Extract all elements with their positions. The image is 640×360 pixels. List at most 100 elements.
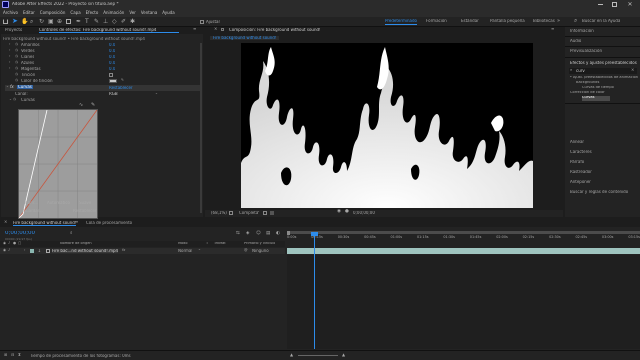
param-row[interactable]: › ◷ Verdes 0.0 xyxy=(5,48,201,54)
param-value[interactable]: 0.0 xyxy=(109,43,115,47)
close-tab-icon[interactable]: × xyxy=(214,27,217,31)
shy-icon[interactable]: ☺ xyxy=(256,231,261,237)
rectangle-tool-icon[interactable] xyxy=(66,19,71,24)
menu-capa[interactable]: Capa xyxy=(70,11,80,15)
pan-behind-tool-icon[interactable]: ⊕ xyxy=(57,19,62,25)
tree-item-curvas[interactable]: Curvas xyxy=(582,96,610,101)
comp-viewer[interactable] xyxy=(241,43,533,208)
in-out-icon[interactable]: ⧗ xyxy=(18,353,21,357)
resolution-dropdown[interactable]: Completa xyxy=(239,211,258,215)
menu-editar[interactable]: Editar xyxy=(23,11,35,15)
param-value[interactable]: 0.0 xyxy=(109,49,115,53)
layer-expand-icon[interactable]: › xyxy=(24,248,25,253)
chevron-down-icon[interactable]: ⌄ xyxy=(257,209,260,214)
disclosure-arrow-icon[interactable]: › xyxy=(9,66,10,71)
pencil-tool-icon[interactable]: ✎ xyxy=(91,103,95,108)
tree-item-curvas-tiempo[interactable]: Curvas de tiempo xyxy=(570,86,638,90)
layer-mode-dropdown[interactable]: Normal xyxy=(178,249,192,253)
maximize-icon[interactable] xyxy=(612,2,617,7)
close-tab-icon[interactable]: × xyxy=(4,220,7,224)
transfer-controls-icon[interactable]: ⊟ xyxy=(11,353,14,357)
preview-panel-label[interactable]: Previsualización xyxy=(570,49,602,53)
text-tool-icon[interactable]: T xyxy=(85,19,89,25)
lock-icon[interactable] xyxy=(221,28,224,31)
workspace-menu-icon[interactable]: » xyxy=(557,19,560,24)
eyedropper-icon[interactable]: ✎ xyxy=(121,78,124,83)
workspace-formacion[interactable]: Formación xyxy=(426,19,447,23)
minimize-icon[interactable] xyxy=(598,4,603,5)
home-icon[interactable] xyxy=(3,19,8,24)
playhead-handle[interactable] xyxy=(311,232,318,236)
parent-pickwhip-icon[interactable]: @ xyxy=(244,248,248,253)
tint-color-swatch[interactable] xyxy=(109,79,117,83)
disclosure-arrow-icon[interactable]: › xyxy=(9,42,10,47)
frame-blending-icon[interactable]: ▤ xyxy=(266,231,270,237)
param-row[interactable]: Canal: RGB ⌄ xyxy=(5,91,201,97)
menu-ventana[interactable]: Ventana xyxy=(141,11,157,15)
menu-animacion[interactable]: Animación xyxy=(103,11,124,15)
disclosure-arrow-icon[interactable]: › xyxy=(9,48,10,53)
column-source-name[interactable]: Nombre de origen xyxy=(60,242,92,246)
menu-composicion[interactable]: Composición xyxy=(40,11,66,15)
timeline-zoom-slider[interactable] xyxy=(298,355,338,356)
tab-render-queue[interactable]: Cola de procesamiento xyxy=(86,221,132,225)
column-trkmat[interactable]: TrkMat xyxy=(214,242,226,246)
param-value[interactable]: 0.0 xyxy=(109,61,115,65)
layer-duration-bar[interactable] xyxy=(287,248,640,254)
param-value[interactable]: 0.0 xyxy=(109,67,115,71)
characters-panel-label[interactable]: Caracteres xyxy=(570,150,592,154)
layer-label-color[interactable] xyxy=(30,249,34,253)
curve-tool-icon[interactable]: ∿ xyxy=(79,103,83,108)
workspace-pantalla-pequena[interactable]: Pantalla pequeña xyxy=(490,19,525,23)
curve-auto-button[interactable]: Automático xyxy=(47,201,70,205)
composition-mini-flowchart-icon[interactable]: ⇆ xyxy=(236,231,240,237)
tab-timeline[interactable]: Fire background without sound! xyxy=(13,221,77,226)
tree-item-backgrounds[interactable]: Backgrounds xyxy=(570,81,638,85)
tree-item-presets[interactable]: * Ajust. preestablecidos de animación xyxy=(570,76,638,80)
disclosure-arrow-icon[interactable]: ⌄ xyxy=(6,84,9,89)
timeline-timecode[interactable]: 0;00;00;00 xyxy=(5,231,35,237)
timeline-search-icon[interactable]: ⌕ xyxy=(70,231,73,237)
content-rules-panel-label[interactable]: Buscar y reglas de contenido xyxy=(570,190,638,194)
column-t[interactable]: T xyxy=(206,242,208,246)
stopwatch-icon[interactable]: ◷ xyxy=(15,60,18,65)
menu-archivo[interactable]: Archivo xyxy=(3,11,18,15)
workspace-bibliotecas[interactable]: Bibliotecas xyxy=(533,19,555,23)
layer-switches-icon[interactable]: ⊞ xyxy=(4,353,7,357)
param-row[interactable]: › ◷ Magentas 0.0 xyxy=(5,66,201,72)
workspace-estandar[interactable]: Estándar xyxy=(461,19,479,23)
rotate-tool-icon[interactable]: ↻ xyxy=(39,19,44,25)
region-of-interest-icon[interactable] xyxy=(263,211,267,215)
help-search-input[interactable]: Buscar en la Ayuda xyxy=(582,19,620,23)
audio-panel-label[interactable]: Audio xyxy=(570,39,581,43)
effects-presets-title[interactable]: Efectos y ajustes preestablecidos xyxy=(570,61,638,65)
draft-3d-icon[interactable]: ◈ xyxy=(246,231,249,237)
info-panel-label[interactable]: Información xyxy=(570,29,594,33)
puppet-tool-icon[interactable]: ✱ xyxy=(130,19,135,25)
curve-smooth-button[interactable]: Suave xyxy=(79,201,91,205)
param-row[interactable]: › ◷ Azules 0.0 xyxy=(5,60,201,66)
chevron-down-icon[interactable]: ⌄ xyxy=(155,91,158,96)
chevron-down-icon[interactable]: ⌄ xyxy=(198,247,201,252)
fx-icon[interactable]: fx xyxy=(10,85,14,89)
snapshot-icon[interactable]: ◉ xyxy=(337,209,341,215)
panel-scrollbar[interactable] xyxy=(200,43,202,213)
paragraph-panel-label[interactable]: Párrafo xyxy=(570,160,584,164)
effects-search-box[interactable]: ⌕ curv × xyxy=(569,68,637,74)
stopwatch-icon[interactable]: ◷ xyxy=(15,48,18,53)
tab-project[interactable]: Proyecto xyxy=(5,28,22,32)
column-parent[interactable]: Primario y vínculo xyxy=(244,242,275,246)
menu-efecto[interactable]: Efecto xyxy=(86,11,99,15)
curve-reset-button[interactable]: Restablecer xyxy=(73,209,97,213)
curve-save-button[interactable]: Guardar... xyxy=(23,209,43,213)
stopwatch-icon[interactable]: ◷ xyxy=(15,54,18,59)
show-channel-icon[interactable]: ● xyxy=(345,209,349,215)
stamp-tool-icon[interactable]: ⊥ xyxy=(103,19,108,25)
curve-open-button[interactable]: Abrir... xyxy=(25,201,38,205)
roto-brush-tool-icon[interactable]: ✐ xyxy=(121,19,126,25)
search-icon[interactable]: ⌕ xyxy=(574,18,577,24)
timeline-track-area[interactable] xyxy=(287,255,640,349)
clear-search-icon[interactable]: × xyxy=(631,68,634,72)
curves-effect-name[interactable]: Curvas xyxy=(17,85,33,89)
channel-dropdown[interactable]: RGB xyxy=(109,92,159,96)
